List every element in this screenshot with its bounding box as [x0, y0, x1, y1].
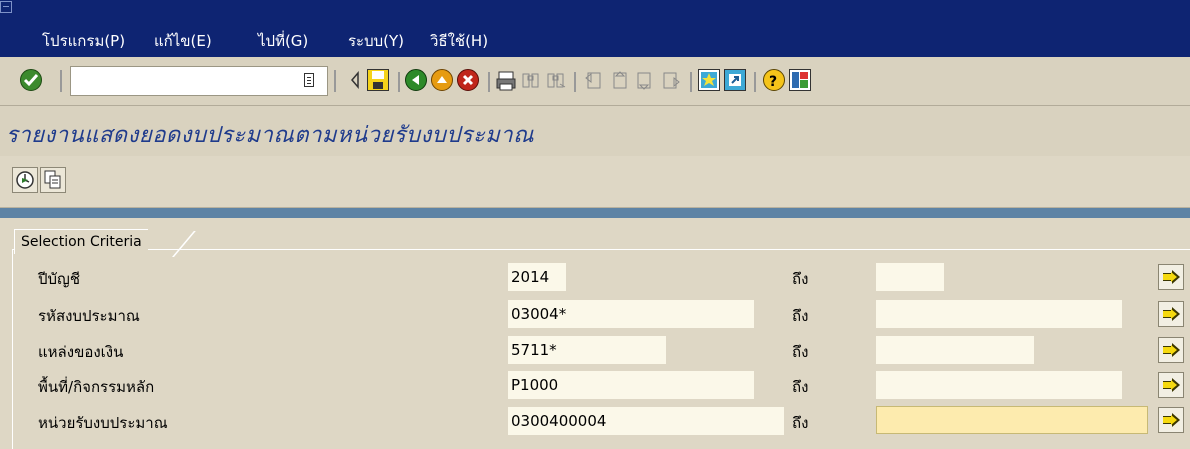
save-icon[interactable]: [367, 69, 389, 91]
menu-goto[interactable]: ไปที่(G): [258, 31, 308, 51]
budget-code-to-input[interactable]: [876, 300, 1122, 328]
budget-code-from-input[interactable]: [508, 300, 754, 328]
svg-text:?: ?: [769, 74, 777, 90]
multiple-selection-arrow-icon[interactable]: [1158, 337, 1184, 363]
fund-source-to-input[interactable]: [876, 336, 1034, 364]
cancel-icon[interactable]: [457, 69, 479, 91]
page-title: รายงานแสดงยอดงบประมาณตามหน่วยรับงบประมาณ: [6, 123, 535, 148]
command-history-icon[interactable]: [304, 73, 314, 87]
to-label: ถึง: [792, 307, 809, 325]
menu-program[interactable]: โปรแกรม(P): [42, 31, 125, 51]
to-label: ถึง: [792, 343, 809, 361]
command-field[interactable]: [70, 66, 328, 96]
field-label-budget-code: รหัสงบประมาณ: [38, 307, 140, 325]
create-session-icon[interactable]: [698, 69, 720, 91]
back-triangle-icon[interactable]: [350, 70, 360, 90]
get-variant-icon[interactable]: [40, 167, 66, 193]
previous-page-icon[interactable]: [608, 70, 630, 92]
field-label-fund-source: แหล่งของเงิน: [38, 343, 124, 361]
functional-area-from-input[interactable]: [508, 371, 754, 399]
print-icon[interactable]: [495, 70, 517, 92]
field-label-functional-area: พื้นที่/กิจกรรมหลัก: [38, 378, 155, 396]
customize-layout-icon[interactable]: [789, 69, 811, 91]
execute-icon[interactable]: [12, 167, 38, 193]
find-next-icon[interactable]: [545, 70, 567, 92]
menu-help[interactable]: วิธีใช้(H): [430, 31, 488, 51]
field-label-budget-unit: หน่วยรับงบประมาณ: [38, 414, 168, 432]
first-page-icon[interactable]: [582, 70, 604, 92]
field-label-fiscal-year: ปีบัญชี: [38, 270, 81, 288]
functional-area-to-input[interactable]: [876, 371, 1122, 399]
application-toolbar: [0, 156, 1190, 208]
to-label: ถึง: [792, 270, 809, 288]
to-label: ถึง: [792, 414, 809, 432]
last-page-icon[interactable]: [660, 70, 682, 92]
menu-system[interactable]: ระบบ(Y): [348, 31, 404, 51]
header-divider: [0, 208, 1190, 218]
multiple-selection-arrow-icon[interactable]: [1158, 407, 1184, 433]
find-icon[interactable]: [520, 70, 542, 92]
enter-check-icon[interactable]: [20, 69, 42, 91]
menu-edit[interactable]: แก้ไข(E): [154, 31, 212, 51]
next-page-icon[interactable]: [634, 70, 656, 92]
selection-criteria-title: Selection Criteria: [14, 229, 148, 254]
fiscal-year-from-input[interactable]: [508, 263, 566, 291]
multiple-selection-arrow-icon[interactable]: [1158, 264, 1184, 290]
budget-unit-to-input[interactable]: [876, 406, 1148, 434]
system-menu-icon[interactable]: [0, 1, 12, 13]
create-shortcut-icon[interactable]: [724, 69, 746, 91]
back-icon[interactable]: [405, 69, 427, 91]
to-label: ถึง: [792, 378, 809, 396]
help-icon[interactable]: ?: [763, 69, 785, 91]
multiple-selection-arrow-icon[interactable]: [1158, 301, 1184, 327]
fund-source-from-input[interactable]: [508, 336, 666, 364]
exit-icon[interactable]: [431, 69, 453, 91]
budget-unit-from-input[interactable]: [508, 407, 784, 435]
multiple-selection-arrow-icon[interactable]: [1158, 372, 1184, 398]
fiscal-year-to-input[interactable]: [876, 263, 944, 291]
